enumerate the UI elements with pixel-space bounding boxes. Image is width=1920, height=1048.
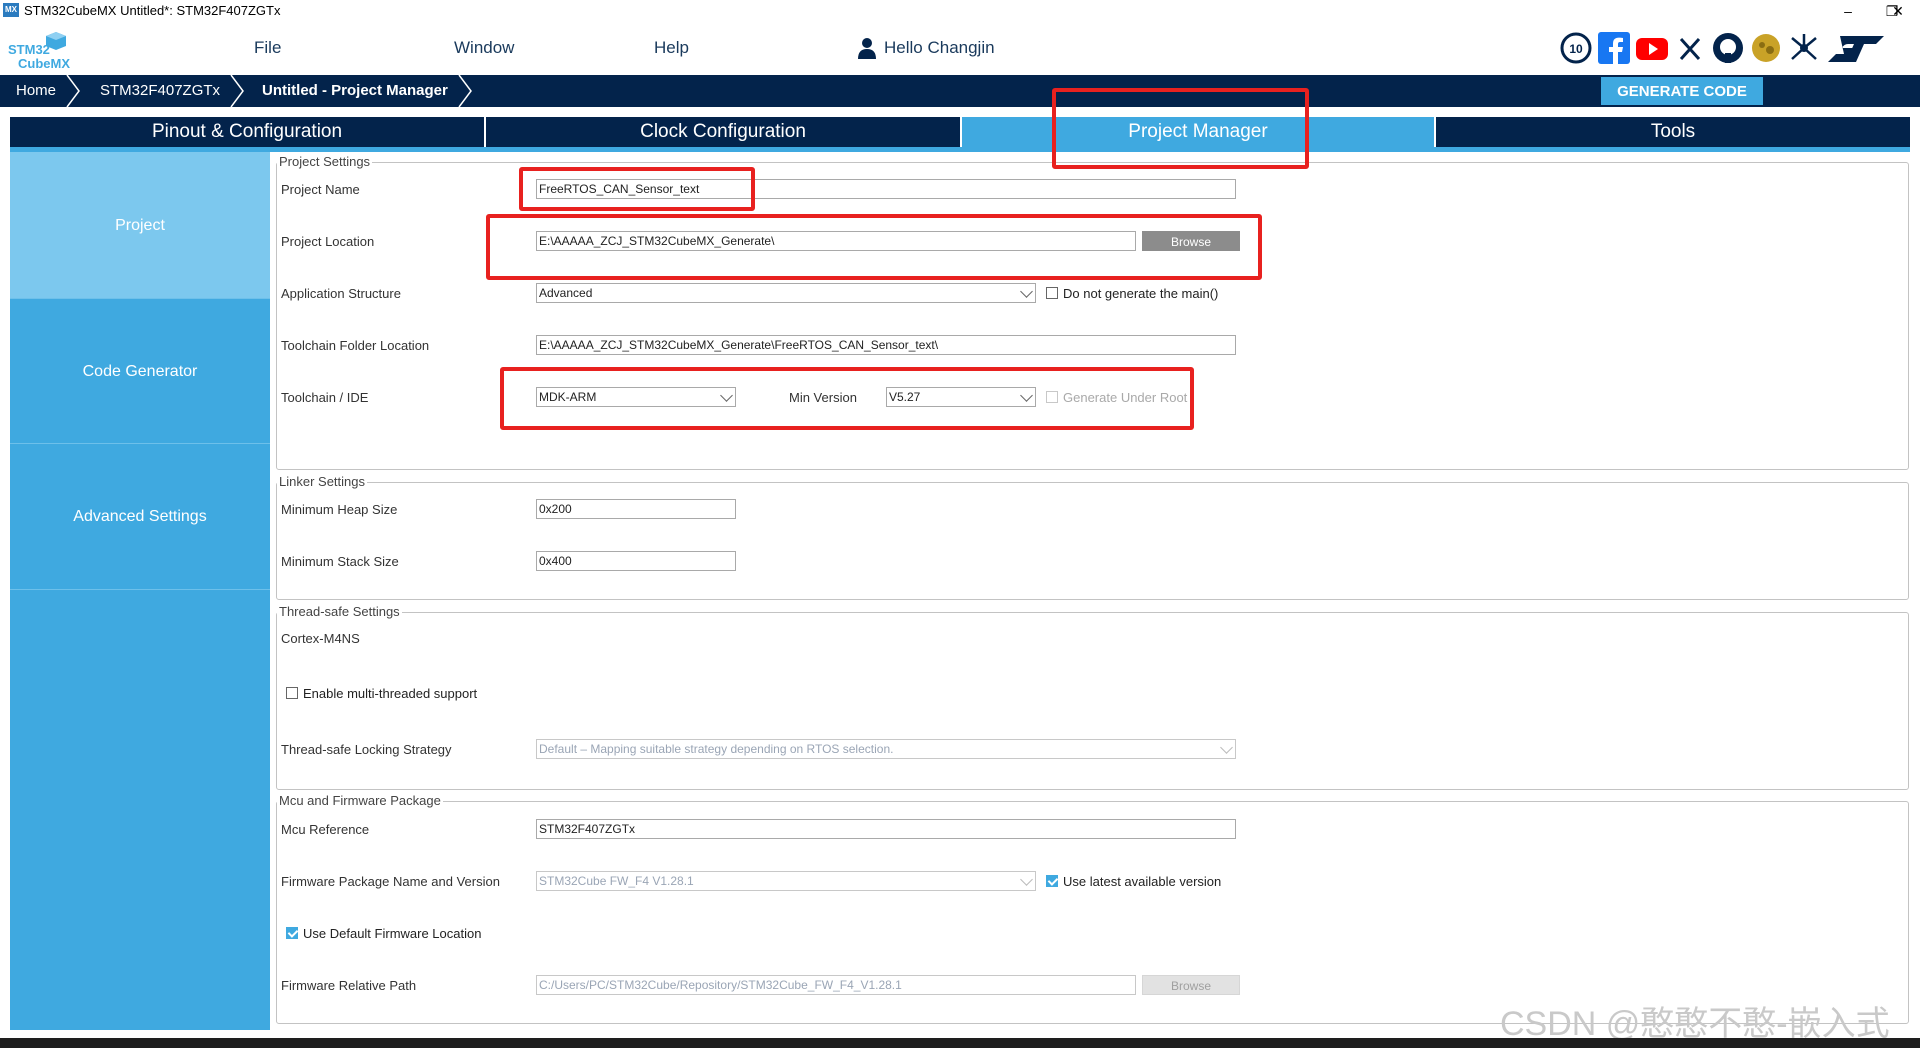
app-structure-select[interactable]: Advanced xyxy=(536,283,1036,303)
tab-pinout-configuration[interactable]: Pinout & Configuration xyxy=(10,117,484,147)
locking-strategy-label: Thread-safe Locking Strategy xyxy=(281,742,452,757)
taskbar xyxy=(0,1038,1920,1048)
network-icon[interactable] xyxy=(1788,32,1820,64)
chevron-down-icon xyxy=(1020,285,1033,298)
stack-size-field[interactable]: 0x400 xyxy=(536,551,736,571)
tab-tools[interactable]: Tools xyxy=(1436,117,1910,147)
thread-safe-title: Thread-safe Settings xyxy=(277,604,402,619)
highlight-project-location xyxy=(486,214,1262,280)
linker-settings-title: Linker Settings xyxy=(277,474,367,489)
fw-pkg-select[interactable]: STM32Cube FW_F4 V1.28.1 xyxy=(536,871,1036,891)
app-icon: MX xyxy=(3,3,19,17)
st-logo-icon[interactable] xyxy=(1826,32,1886,64)
core-label: Cortex-M4NS xyxy=(281,631,360,646)
highlight-project-manager-tab xyxy=(1052,88,1309,169)
fw-pkg-label: Firmware Package Name and Version xyxy=(281,874,500,889)
menu-window[interactable]: Window xyxy=(454,38,514,58)
project-settings-title: Project Settings xyxy=(277,154,373,169)
app-structure-label: Application Structure xyxy=(281,286,401,301)
facebook-icon[interactable] xyxy=(1598,32,1630,64)
mcu-ref-label: Mcu Reference xyxy=(281,822,370,837)
mcu-firmware-title: Mcu and Firmware Package xyxy=(277,793,443,808)
stack-size-label: Minimum Stack Size xyxy=(281,554,399,569)
locking-strategy-select[interactable]: Default – Mapping suitable strategy depe… xyxy=(536,739,1236,759)
highlight-toolchain xyxy=(500,367,1194,430)
menu-file[interactable]: File xyxy=(254,38,281,58)
chevron-down-icon xyxy=(1020,873,1033,886)
menu-help[interactable]: Help xyxy=(654,38,689,58)
chevron-down-icon xyxy=(1220,741,1233,754)
no-main-checkbox[interactable] xyxy=(1046,287,1058,299)
tab-underline xyxy=(10,147,1910,152)
minimize-button[interactable]: – xyxy=(1826,0,1870,22)
heap-size-field[interactable]: 0x200 xyxy=(536,499,736,519)
anniversary-icon[interactable]: 10 xyxy=(1560,32,1592,64)
breadcrumb-mcu[interactable]: STM32F407ZGTx xyxy=(100,75,220,107)
linker-settings-group xyxy=(276,482,1909,600)
use-default-location-checkbox[interactable] xyxy=(286,927,298,939)
generate-code-button[interactable]: GENERATE CODE xyxy=(1601,77,1763,105)
project-name-label: Project Name xyxy=(281,182,360,197)
thread-safe-group xyxy=(276,612,1909,790)
svg-text:STM32: STM32 xyxy=(8,42,50,57)
fw-relative-path-field[interactable]: C:/Users/PC/STM32Cube/Repository/STM32Cu… xyxy=(536,975,1136,995)
sidebar-empty-area xyxy=(10,590,270,1030)
use-latest-label: Use latest available version xyxy=(1063,874,1222,889)
sidebar-item-code-generator[interactable]: Code Generator xyxy=(10,299,270,444)
window-titlebar xyxy=(0,0,1920,22)
window-title: STM32CubeMX Untitled*: STM32F407ZGTx xyxy=(24,3,281,18)
tab-clock-configuration[interactable]: Clock Configuration xyxy=(486,117,960,147)
sidebar-item-advanced-settings[interactable]: Advanced Settings xyxy=(10,444,270,590)
github-icon[interactable] xyxy=(1712,32,1744,64)
breadcrumb-separator-icon xyxy=(66,75,80,107)
highlight-project-name xyxy=(519,167,755,211)
breadcrumb-separator-icon xyxy=(458,75,472,107)
close-button[interactable]: ✕ xyxy=(1876,0,1920,22)
use-default-location-label: Use Default Firmware Location xyxy=(303,926,482,941)
user-icon[interactable] xyxy=(858,37,876,59)
fw-relative-path-label: Firmware Relative Path xyxy=(281,978,417,993)
x-icon[interactable] xyxy=(1674,32,1706,64)
enable-mt-checkbox[interactable] xyxy=(286,687,298,699)
enable-mt-label: Enable multi-threaded support xyxy=(303,686,478,701)
toolchain-folder-field[interactable]: E:\AAAAA_ZCJ_STM32CubeMX_Generate\FreeRT… xyxy=(536,335,1236,355)
heap-size-label: Minimum Heap Size xyxy=(281,502,398,517)
stm32cubemx-logo[interactable]: STM32 CubeMX xyxy=(8,30,78,71)
project-location-label: Project Location xyxy=(281,234,375,249)
breadcrumb-current: Untitled - Project Manager xyxy=(262,82,448,99)
breadcrumb-home[interactable]: Home xyxy=(16,75,56,107)
sidebar-item-project[interactable]: Project xyxy=(10,152,270,299)
svg-text:CubeMX: CubeMX xyxy=(18,56,70,70)
toolchain-ide-label: Toolchain / IDE xyxy=(281,390,369,405)
youtube-icon[interactable] xyxy=(1636,32,1668,64)
svg-text:10: 10 xyxy=(1569,42,1583,56)
user-greeting[interactable]: Hello Changjin xyxy=(884,38,995,58)
mcu-ref-field[interactable]: STM32F407ZGTx xyxy=(536,819,1236,839)
breadcrumb-separator-icon xyxy=(230,75,244,107)
no-main-label: Do not generate the main() xyxy=(1063,286,1219,301)
use-latest-checkbox[interactable] xyxy=(1046,875,1058,887)
toolchain-folder-label: Toolchain Folder Location xyxy=(281,338,430,353)
community-icon[interactable] xyxy=(1750,32,1782,64)
fw-relative-path-browse-button[interactable]: Browse xyxy=(1142,975,1240,995)
